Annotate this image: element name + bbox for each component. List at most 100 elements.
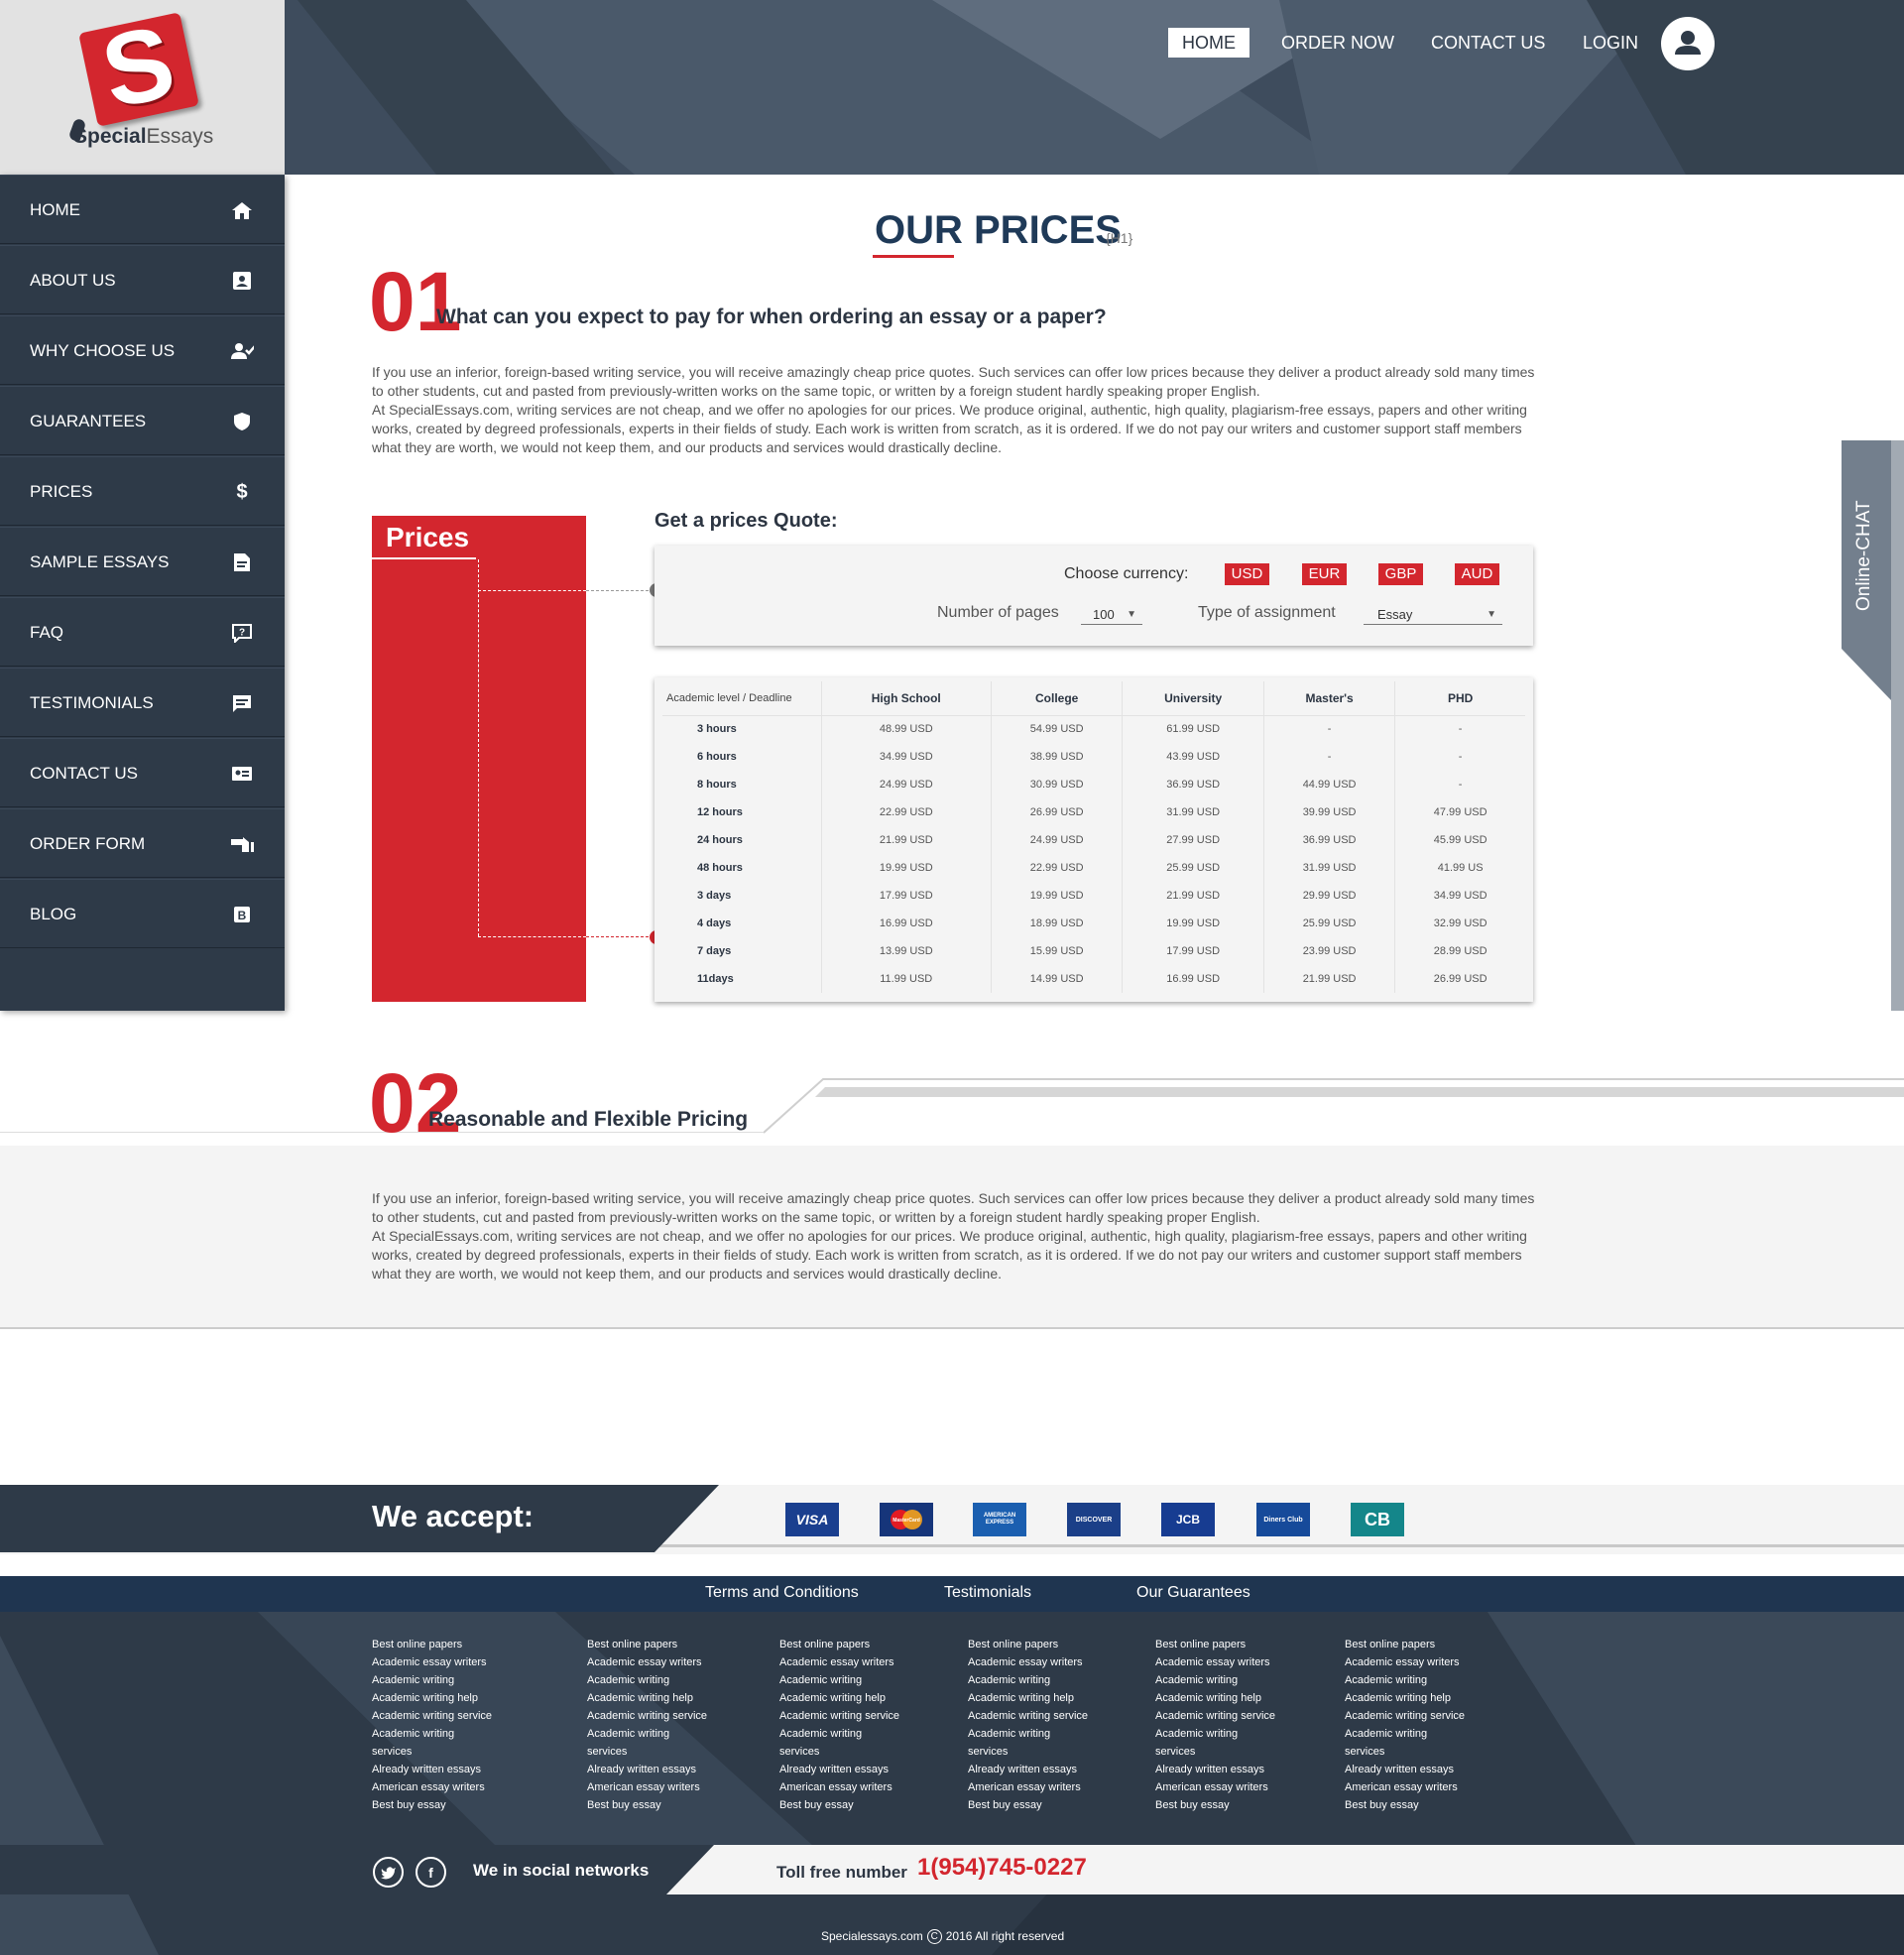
footer-link[interactable]: American essay writers [372, 1778, 492, 1796]
footer-link[interactable]: Already written essays [1155, 1761, 1275, 1778]
currency-eur-button[interactable]: EUR [1302, 563, 1347, 585]
footer-link[interactable]: American essay writers [968, 1778, 1088, 1796]
logo[interactable]: S SpecialEssays [0, 0, 285, 175]
deadline-cell: 4 days [697, 917, 732, 929]
footer-link[interactable]: Already written essays [779, 1761, 899, 1778]
price-cell: 16.99 USD [820, 910, 992, 937]
footer-link[interactable]: Academic essay writers [587, 1653, 707, 1671]
footer-link[interactable]: services [1345, 1743, 1465, 1761]
footer-link[interactable]: Academic essay writers [968, 1653, 1088, 1671]
footer-link[interactable]: Academic writing [1345, 1725, 1465, 1743]
currency-usd-button[interactable]: USD [1225, 563, 1269, 585]
sidebar-item-why-choose-us[interactable]: WHY CHOOSE US [0, 315, 285, 385]
footer-link[interactable]: Best online papers [587, 1636, 707, 1653]
footer-link[interactable]: Academic writing service [1155, 1707, 1275, 1725]
footer-link[interactable]: Best online papers [1345, 1636, 1465, 1653]
footer-link-guarantees[interactable]: Our Guarantees [1136, 1584, 1250, 1602]
footer-link[interactable]: Best online papers [968, 1636, 1088, 1653]
footer-link[interactable]: Academic writing [779, 1725, 899, 1743]
topnav-login[interactable]: LOGIN [1569, 28, 1652, 58]
footer-link[interactable]: Academic writing help [968, 1689, 1088, 1707]
footer-link[interactable]: Academic essay writers [1155, 1653, 1275, 1671]
sidebar-item-testimonials[interactable]: TESTIMONIALS [0, 668, 285, 737]
footer-link[interactable]: services [587, 1743, 707, 1761]
sidebar-item-sample-essays[interactable]: SAMPLE ESSAYS [0, 527, 285, 596]
twitter-icon[interactable] [373, 1857, 404, 1888]
footer-link[interactable]: American essay writers [587, 1778, 707, 1796]
footer-link[interactable]: Best buy essay [372, 1796, 492, 1814]
footer-link[interactable]: Best buy essay [968, 1796, 1088, 1814]
sidebar-item-blog[interactable]: BLOG B [0, 879, 285, 948]
table-row: 4 days 16.99 USD 18.99 USD 19.99 USD 25.99 U… [662, 910, 1525, 937]
topnav-home[interactable]: HOME [1168, 28, 1250, 58]
footer-link[interactable]: Academic writing [779, 1671, 899, 1689]
sidebar-item-guarantees[interactable]: GUARANTEES [0, 386, 285, 455]
currency-gbp-button[interactable]: GBP [1378, 563, 1423, 585]
footer-link[interactable]: Academic writing service [968, 1707, 1088, 1725]
table-header: Master's [1262, 681, 1395, 716]
footer-link[interactable]: Academic writing [968, 1725, 1088, 1743]
document-icon [230, 551, 254, 573]
footer-link[interactable]: Academic writing [587, 1725, 707, 1743]
footer-link[interactable]: Best online papers [779, 1636, 899, 1653]
tollfree-number[interactable]: 1(954)745-0227 [917, 1854, 1087, 1882]
assignment-type-select[interactable]: Essay ▼ [1364, 605, 1502, 625]
sidebar-item-contact-us[interactable]: CONTACT US [0, 738, 285, 807]
footer-link[interactable]: Academic writing [968, 1671, 1088, 1689]
footer-link[interactable]: Best buy essay [587, 1796, 707, 1814]
topnav-order-now[interactable]: ORDER NOW [1267, 28, 1408, 58]
footer-link[interactable]: Academic writing [372, 1725, 492, 1743]
sidebar-item-faq[interactable]: FAQ ? [0, 597, 285, 667]
footer-link[interactable]: Best online papers [372, 1636, 492, 1653]
pages-select[interactable]: 100 ▼ [1081, 605, 1142, 625]
price-cell: 13.99 USD [820, 937, 992, 965]
price-cell: 18.99 USD [990, 910, 1123, 937]
footer-link[interactable]: Academic writing service [1345, 1707, 1465, 1725]
footer-link[interactable]: Academic writing [372, 1671, 492, 1689]
footer-link[interactable]: Already written essays [968, 1761, 1088, 1778]
footer-link[interactable]: Best buy essay [779, 1796, 899, 1814]
sidebar-item-about-us[interactable]: ABOUT US [0, 245, 285, 314]
footer-link[interactable]: American essay writers [1345, 1778, 1465, 1796]
footer-link[interactable]: Academic writing service [587, 1707, 707, 1725]
sidebar-item-prices[interactable]: PRICES $ [0, 456, 285, 526]
price-cell: 11.99 USD [820, 965, 992, 993]
footer-link-terms[interactable]: Terms and Conditions [705, 1584, 859, 1602]
footer-link[interactable]: Academic writing help [1155, 1689, 1275, 1707]
sidebar-item-home[interactable]: HOME [0, 175, 285, 244]
footer-link-testimonials[interactable]: Testimonials [944, 1584, 1031, 1602]
topnav-contact-us[interactable]: CONTACT US [1417, 28, 1559, 58]
footer-link[interactable]: Academic writing service [779, 1707, 899, 1725]
footer-link[interactable]: services [1155, 1743, 1275, 1761]
footer-link[interactable]: Already written essays [1345, 1761, 1465, 1778]
footer-link[interactable]: services [779, 1743, 899, 1761]
sidebar-item-order-form[interactable]: ORDER FORM [0, 808, 285, 878]
footer-link[interactable]: Academic writing [1155, 1725, 1275, 1743]
footer-link[interactable]: Best buy essay [1345, 1796, 1465, 1814]
footer-link[interactable]: Academic writing help [587, 1689, 707, 1707]
footer-link[interactable]: Academic writing [587, 1671, 707, 1689]
currency-aud-button[interactable]: AUD [1455, 563, 1499, 585]
footer-column: Best online papers Academic essay writers… [1155, 1636, 1275, 1814]
price-cell: 54.99 USD [990, 715, 1123, 743]
footer-link[interactable]: Best buy essay [1155, 1796, 1275, 1814]
footer-link[interactable]: Already written essays [587, 1761, 707, 1778]
user-avatar-button[interactable] [1661, 17, 1715, 70]
footer-link[interactable]: services [968, 1743, 1088, 1761]
deadline-cell: 6 hours [697, 751, 737, 763]
footer-link[interactable]: Academic writing [1155, 1671, 1275, 1689]
footer-link[interactable]: American essay writers [1155, 1778, 1275, 1796]
footer-link[interactable]: Academic essay writers [1345, 1653, 1465, 1671]
footer-link[interactable]: Best online papers [1155, 1636, 1275, 1653]
footer-link[interactable]: Academic writing service [372, 1707, 492, 1725]
footer-link[interactable]: Academic writing help [779, 1689, 899, 1707]
footer-link[interactable]: Academic writing help [1345, 1689, 1465, 1707]
footer-link[interactable]: American essay writers [779, 1778, 899, 1796]
footer-link[interactable]: Academic essay writers [779, 1653, 899, 1671]
footer-link[interactable]: Academic writing help [372, 1689, 492, 1707]
facebook-icon[interactable]: f [416, 1857, 446, 1888]
footer-link[interactable]: Academic essay writers [372, 1653, 492, 1671]
footer-link[interactable]: Academic writing [1345, 1671, 1465, 1689]
footer-link[interactable]: services [372, 1743, 492, 1761]
footer-link[interactable]: Already written essays [372, 1761, 492, 1778]
